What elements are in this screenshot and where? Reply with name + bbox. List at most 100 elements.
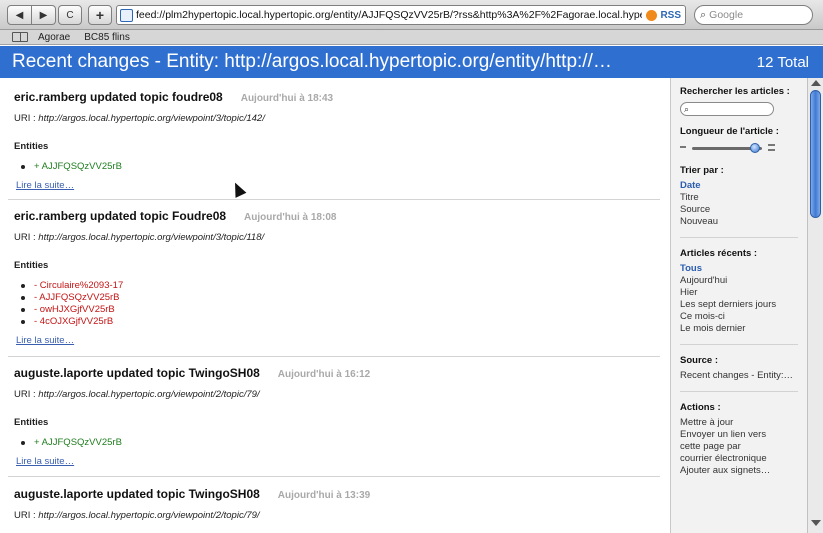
article-divider xyxy=(8,356,660,357)
bookmarks-book-icon[interactable] xyxy=(12,32,28,42)
scroll-up-icon[interactable] xyxy=(811,80,821,86)
feed-sidebar: Rechercher les articles : ⌕ Longueur de … xyxy=(670,78,807,533)
article-uri: URI : http://argos.local.hypertopic.org/… xyxy=(14,510,660,521)
sidebar-divider xyxy=(680,391,798,392)
article-divider xyxy=(8,476,660,477)
uri-value: http://argos.local.hypertopic.org/viewpo… xyxy=(38,232,265,243)
slider-knob[interactable] xyxy=(750,143,760,153)
uri-value: http://argos.local.hypertopic.org/viewpo… xyxy=(38,113,265,124)
back-forward-group: ◀ ▶ xyxy=(7,5,56,25)
article-item: auguste.laporte updated topic TwingoSH08… xyxy=(14,366,660,467)
rss-badge[interactable]: RSS xyxy=(642,9,685,21)
action-email-link-line3[interactable]: courrier électronique xyxy=(680,453,807,465)
rss-icon xyxy=(646,9,658,21)
scroll-thumb[interactable] xyxy=(810,90,821,218)
forward-button[interactable]: ▶ xyxy=(32,5,56,25)
article-item: eric.ramberg updated topic Foudre08 Aujo… xyxy=(14,209,660,346)
article-title[interactable]: eric.ramberg updated topic Foudre08 xyxy=(14,209,226,223)
search-icon: ⌕ xyxy=(700,8,707,21)
article-item: auguste.laporte updated topic TwingoSH08… xyxy=(14,487,660,521)
bookmark-bc85-flins[interactable]: BC85 flins xyxy=(84,32,130,43)
sort-heading: Trier par : xyxy=(680,165,724,176)
forward-arrow-icon: ▶ xyxy=(39,9,48,21)
sort-date[interactable]: Date xyxy=(680,180,807,192)
scroll-down-icon[interactable] xyxy=(811,520,821,526)
article-list: eric.ramberg updated topic foudre08 Aujo… xyxy=(0,78,670,533)
source-value: Recent changes - Entity:… xyxy=(680,370,793,381)
rss-label: RSS xyxy=(660,9,681,21)
article-uri: URI : http://argos.local.hypertopic.org/… xyxy=(14,389,660,400)
entity-item: - AJJFQSQzVV25rB xyxy=(21,292,660,304)
reload-button[interactable]: C xyxy=(58,5,82,25)
action-update[interactable]: Mettre à jour xyxy=(680,417,807,429)
entities-heading: Entities xyxy=(14,141,49,152)
article-uri: URI : http://argos.local.hypertopic.org/… xyxy=(14,113,660,124)
page-scrollbar[interactable] xyxy=(807,78,823,533)
entities-list: + AJJFQSQzVV25rB xyxy=(14,161,660,173)
article-item: eric.ramberg updated topic foudre08 Aujo… xyxy=(14,90,660,191)
sort-source[interactable]: Source xyxy=(680,204,807,216)
back-arrow-icon: ◀ xyxy=(15,9,24,21)
entity-item: - Circulaire%2093-17 xyxy=(21,280,660,292)
recent-last-seven-days[interactable]: Les sept derniers jours xyxy=(680,299,807,311)
article-title[interactable]: auguste.laporte updated topic TwingoSH08 xyxy=(14,487,260,501)
plus-icon: + xyxy=(95,7,105,23)
article-length-heading: Longueur de l'article : xyxy=(680,126,779,137)
entity-item: - 4cOJXGjfVV25rB xyxy=(21,316,660,328)
recent-this-month[interactable]: Ce mois-ci xyxy=(680,311,807,323)
uri-label: URI : xyxy=(14,232,39,243)
entities-heading: Entities xyxy=(14,417,49,428)
read-more-link[interactable]: Lire la suite… xyxy=(16,335,74,346)
entity-item: + AJJFQSQzVV25rB xyxy=(21,437,660,449)
shorter-icon xyxy=(680,146,686,148)
back-button[interactable]: ◀ xyxy=(7,5,32,25)
article-divider xyxy=(8,199,660,200)
uri-value: http://argos.local.hypertopic.org/viewpo… xyxy=(38,510,260,521)
article-time: Aujourd'hui à 18:08 xyxy=(244,212,337,223)
recent-all[interactable]: Tous xyxy=(680,263,807,275)
source-heading: Source : xyxy=(680,355,719,366)
search-placeholder: Google xyxy=(709,9,744,21)
reload-icon: C xyxy=(66,9,74,21)
entities-list: + AJJFQSQzVV25rB xyxy=(14,437,660,449)
bookmarks-bar: Agorae BC85 flins xyxy=(0,30,823,45)
add-bookmark-button[interactable]: + xyxy=(88,5,112,25)
uri-label: URI : xyxy=(14,389,39,400)
search-articles-heading: Rechercher les articles : xyxy=(680,86,790,97)
article-search-input[interactable]: ⌕ xyxy=(680,102,774,116)
page-title: Recent changes - Entity: http://argos.lo… xyxy=(12,51,612,72)
actions-heading: Actions : xyxy=(680,402,721,413)
sort-new[interactable]: Nouveau xyxy=(680,216,807,228)
longer-icon xyxy=(768,144,775,151)
read-more-link[interactable]: Lire la suite… xyxy=(16,456,74,467)
feed-icon xyxy=(120,8,133,22)
entity-item: + AJJFQSQzVV25rB xyxy=(21,161,660,173)
address-bar[interactable]: feed://plm2hypertopic.local.hypertopic.o… xyxy=(116,5,686,25)
action-email-link[interactable]: Envoyer un lien vers xyxy=(680,429,807,441)
uri-label: URI : xyxy=(14,510,39,521)
address-text[interactable]: feed://plm2hypertopic.local.hypertopic.o… xyxy=(136,9,642,21)
action-email-link-line2[interactable]: cette page par xyxy=(680,441,807,453)
read-more-link[interactable]: Lire la suite… xyxy=(16,180,74,191)
recent-today[interactable]: Aujourd'hui xyxy=(680,275,807,287)
sidebar-divider xyxy=(680,344,798,345)
article-length-slider[interactable] xyxy=(680,143,776,155)
recent-yesterday[interactable]: Hier xyxy=(680,287,807,299)
search-icon: ⌕ xyxy=(684,103,690,114)
uri-label: URI : xyxy=(14,113,39,124)
entities-heading: Entities xyxy=(14,260,49,271)
entity-item: - owHJXGjfVV25rB xyxy=(21,304,660,316)
total-count: 12 Total xyxy=(756,53,809,71)
web-search-field[interactable]: ⌕ Google xyxy=(694,5,813,25)
recent-last-month[interactable]: Le mois dernier xyxy=(680,323,807,335)
browser-toolbar: ◀ ▶ C + feed://plm2hypertopic.local.hype… xyxy=(0,0,823,30)
sort-title[interactable]: Titre xyxy=(680,192,807,204)
article-title[interactable]: eric.ramberg updated topic foudre08 xyxy=(14,90,223,104)
action-add-bookmark[interactable]: Ajouter aux signets… xyxy=(680,465,807,477)
article-uri: URI : http://argos.local.hypertopic.org/… xyxy=(14,232,660,243)
bookmark-agorae[interactable]: Agorae xyxy=(38,32,70,43)
article-time: Aujourd'hui à 13:39 xyxy=(277,490,371,501)
article-time: Aujourd'hui à 18:43 xyxy=(240,93,334,104)
article-title[interactable]: auguste.laporte updated topic TwingoSH08 xyxy=(14,366,260,380)
recent-articles-heading: Articles récents : xyxy=(680,248,758,259)
